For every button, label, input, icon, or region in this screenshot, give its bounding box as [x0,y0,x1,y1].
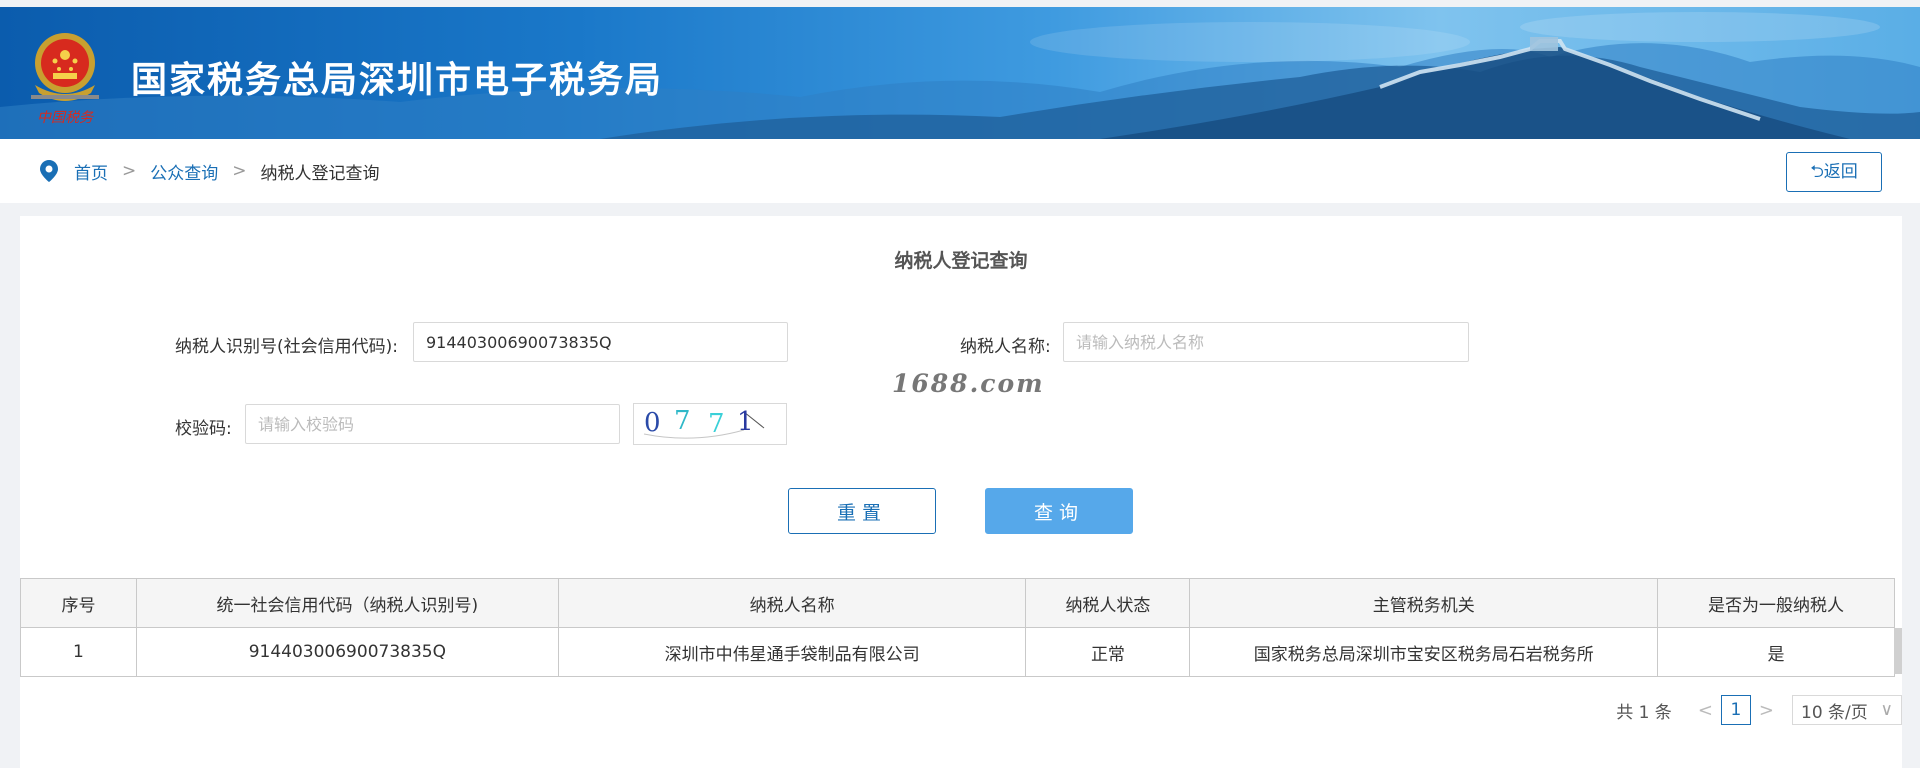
page-size-value: 10 条/页 [1801,702,1868,723]
pagination: 共 1 条 < 1 > 10 条/页 ∨ [1616,695,1902,725]
taxpayer-id-label: 纳税人识别号(社会信用代码): [175,337,398,357]
next-page-button[interactable]: > [1759,700,1774,721]
cell-index: 1 [20,627,137,677]
emblem-text: 中国税务 [37,110,94,126]
taxpayer-name-input[interactable] [1063,322,1469,362]
captcha-image[interactable]: 0 7 7 1 [633,403,787,445]
reset-button[interactable]: 重置 [788,488,936,534]
breadcrumb-public-query-link[interactable]: 公众查询 [150,159,218,184]
table-row: 1 91440300690073835Q 深圳市中伟星通手袋制品有限公司 正常 … [20,627,1895,677]
breadcrumb-current: 纳税人登记查询 [260,163,380,184]
pagination-total: 共 1 条 [1616,702,1672,723]
captcha-char: 7 [708,409,725,439]
column-header-general-taxpayer: 是否为一般纳税人 [1657,578,1895,628]
query-panel: 纳税人登记查询 纳税人识别号(社会信用代码): 纳税人名称: 1688.com … [20,216,1902,768]
tax-emblem-icon: 中国税务 [31,33,99,126]
form-title: 纳税人登记查询 [894,250,1028,272]
chevron-down-icon: ∨ [1880,700,1893,720]
breadcrumb: 首页 > 公众查询 > 纳税人登记查询 [40,139,380,203]
captcha-label: 校验码: [175,419,232,439]
watermark-text: 1688.com [892,369,1045,398]
breadcrumb-separator: > [122,161,137,181]
cell-taxpayer-name: 深圳市中伟星通手袋制品有限公司 [557,627,1027,677]
cell-status: 正常 [1025,627,1191,677]
back-button[interactable]: ⮌返回 [1786,152,1882,192]
cell-tax-authority: 国家税务总局深圳市宝安区税务局石岩税务所 [1189,627,1659,677]
column-header-taxpayer-name: 纳税人名称 [557,578,1027,628]
breadcrumb-bar: 首页 > 公众查询 > 纳税人登记查询 ⮌返回 [0,139,1920,203]
prev-page-button[interactable]: < [1698,700,1713,721]
taxpayer-name-label: 纳税人名称: [960,337,1051,357]
captcha-char: 1 [737,407,754,437]
captcha-input[interactable] [245,404,620,444]
captcha-char: 0 [644,408,661,438]
table-header-row: 序号 统一社会信用代码（纳税人识别号) 纳税人名称 纳税人状态 主管税务机关 是… [20,578,1895,628]
location-pin-icon [40,160,58,182]
breadcrumb-home-link[interactable]: 首页 [74,159,108,184]
column-header-index: 序号 [20,578,137,628]
cell-general-taxpayer: 是 [1657,627,1895,677]
cell-credit-code: 91440300690073835Q [135,627,559,677]
captcha-char: 7 [674,406,691,436]
column-header-status: 纳税人状态 [1025,578,1191,628]
site-title: 国家税务总局深圳市电子税务局 [131,60,664,101]
query-button[interactable]: 查询 [985,488,1133,534]
breadcrumb-separator: > [232,161,247,181]
table-scrollbar[interactable] [1894,628,1902,674]
column-header-tax-authority: 主管税务机关 [1189,578,1659,628]
page: 中国税务 国家税务总局深圳市电子税务局 首页 > 公众查询 > 纳税人登记查询 … [0,0,1920,768]
column-header-credit-code: 统一社会信用代码（纳税人识别号) [135,578,559,628]
page-number-1[interactable]: 1 [1720,695,1751,725]
results-table: 序号 统一社会信用代码（纳税人识别号) 纳税人名称 纳税人状态 主管税务机关 是… [20,578,1895,677]
header-banner: 中国税务 国家税务总局深圳市电子税务局 [0,7,1920,139]
taxpayer-id-input[interactable] [413,322,788,362]
page-size-select[interactable]: 10 条/页 ∨ [1792,695,1902,725]
